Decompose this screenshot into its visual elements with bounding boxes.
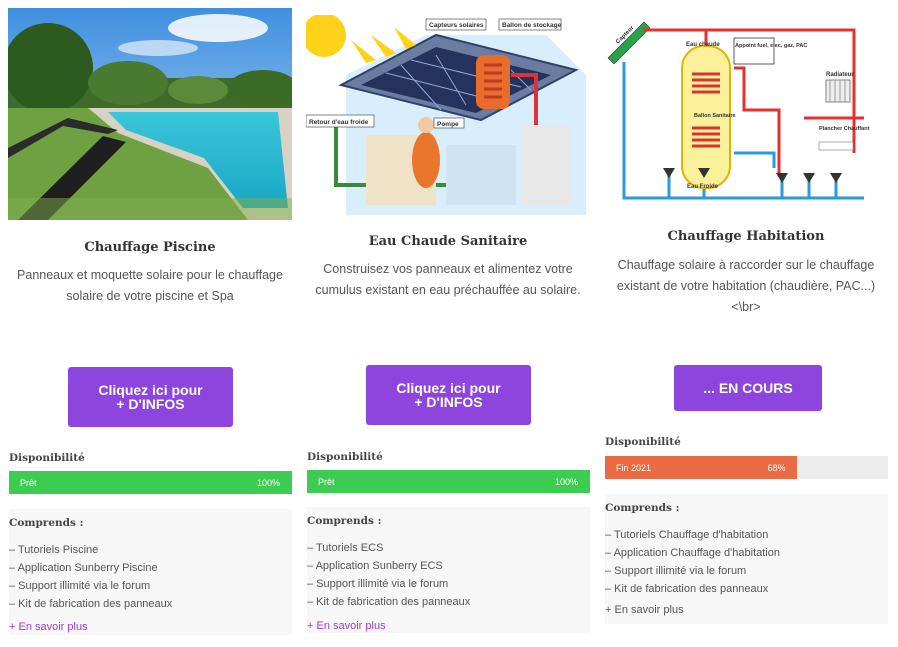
diagram-label: Appoint fuel, elec, gaz, PAC: [735, 43, 807, 49]
diagram-label: Capteurs solaires: [429, 22, 484, 29]
availability-progress-bar: Fin 2021 68%: [605, 456, 888, 479]
learn-more-link[interactable]: + En savoir plus: [605, 604, 684, 616]
card-description: Construisez vos panneaux et alimentez vo…: [315, 262, 581, 297]
progress-status: Fin 2021: [616, 463, 652, 473]
includes-panel: Comprends : – Tutoriels Piscine – Applic…: [9, 509, 292, 635]
diagram-label: Retour d'eau froide: [309, 119, 369, 126]
availability-label: Disponibilité: [9, 452, 85, 464]
progress-fill: [9, 471, 292, 494]
progress-status: Prêt: [318, 477, 335, 487]
diagram-label: Eau chaude: [686, 42, 720, 48]
solar-water-heater-illustration: Retour d'eau froide Capteurs solaires Ba…: [306, 15, 590, 215]
pool-photo: [8, 8, 292, 220]
list-item: – Support illimité via le forum: [605, 565, 747, 577]
includes-heading: Comprends :: [307, 515, 382, 527]
diagram-label: Pompe: [437, 121, 459, 128]
learn-more-link[interactable]: + En savoir plus: [9, 621, 88, 633]
card-description: Panneaux et moquette solaire pour le cha…: [17, 268, 283, 303]
heating-system-diagram: Capteur Ballon Sanitaire Eau chaude Appo…: [604, 18, 888, 208]
learn-more-link[interactable]: + En savoir plus: [307, 620, 386, 632]
card-title: Chauffage Habitation: [667, 229, 825, 244]
progress-fill: [307, 470, 590, 493]
availability-label: Disponibilité: [605, 436, 681, 448]
progress-percent: 100%: [555, 477, 579, 487]
includes-panel: Comprends : – Tutoriels Chauffage d'habi…: [605, 494, 888, 624]
includes-list: – Tutoriels ECS – Application Sunberry E…: [307, 539, 470, 611]
diagram-label: Ballon de stockage: [502, 22, 562, 29]
includes-list: – Tutoriels Chauffage d'habitation – App…: [605, 526, 780, 598]
cta-line-2: + D'INFOS: [116, 396, 185, 412]
cta-line-1: Cliquez ici pour: [98, 382, 203, 398]
list-item: – Application Sunberry ECS: [307, 560, 443, 572]
includes-panel: Comprends : – Tutoriels ECS – Applicatio…: [307, 507, 590, 633]
list-item: – Kit de fabrication des panneaux: [9, 598, 173, 610]
progress-status: Prêt: [20, 478, 37, 488]
list-item: – Application Chauffage d'habitation: [605, 547, 780, 559]
offer-card-piscine: Chauffage Piscine Panneaux et moquette s…: [8, 0, 292, 647]
more-info-button[interactable]: Cliquez ici pour + D'INFOS: [68, 367, 233, 427]
card-title: Eau Chaude Sanitaire: [368, 234, 528, 249]
list-item: – Tutoriels Chauffage d'habitation: [605, 529, 769, 541]
list-item: – Application Sunberry Piscine: [9, 562, 158, 574]
diagram-label: Ballon Sanitaire: [694, 113, 736, 119]
progress-percent: 100%: [257, 478, 281, 488]
diagram-label: Eau Froide: [687, 184, 719, 190]
more-info-button[interactable]: Cliquez ici pour + D'INFOS: [366, 365, 531, 425]
list-item: – Tutoriels ECS: [307, 542, 384, 554]
list-item: – Kit de fabrication des panneaux: [307, 596, 471, 608]
availability-progress-bar: Prêt 100%: [9, 471, 292, 494]
includes-list: – Tutoriels Piscine – Application Sunber…: [9, 541, 172, 613]
cta-line-2: + D'INFOS: [414, 394, 483, 410]
cta-line-1: ... EN COURS: [703, 380, 793, 396]
progress-percent: 68%: [767, 463, 786, 473]
cta-line-1: Cliquez ici pour: [396, 380, 501, 396]
card-description: Chauffage solaire à raccorder sur le cha…: [616, 258, 876, 314]
list-item: – Support illimité via le forum: [307, 578, 449, 590]
diagram-label: Plancher Chauffant: [819, 126, 870, 132]
includes-heading: Comprends :: [605, 502, 680, 514]
list-item: – Tutoriels Piscine: [9, 544, 99, 556]
includes-heading: Comprends :: [9, 517, 84, 529]
in-progress-button[interactable]: ... EN COURS: [674, 365, 822, 411]
card-title: Chauffage Piscine: [84, 240, 216, 255]
list-item: – Support illimité via le forum: [9, 580, 151, 592]
diagram-label: Radiateur: [826, 72, 854, 78]
availability-label: Disponibilité: [307, 451, 383, 463]
availability-progress-bar: Prêt 100%: [307, 470, 590, 493]
offer-card-ecs: Retour d'eau froide Capteurs solaires Ba…: [306, 0, 590, 647]
list-item: – Kit de fabrication des panneaux: [605, 583, 769, 595]
offer-card-habitation: Capteur Ballon Sanitaire Eau chaude Appo…: [604, 0, 888, 647]
